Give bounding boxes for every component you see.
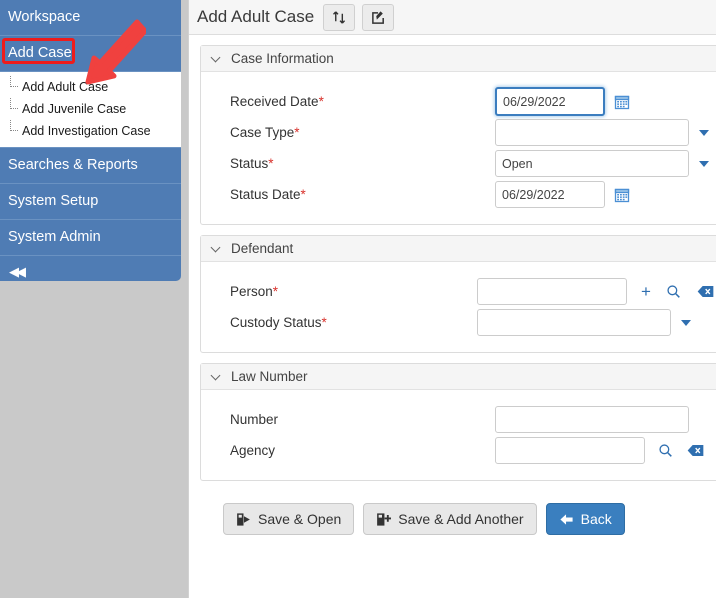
field-row-number: Number: [201, 404, 716, 435]
status-dropdown-chevron-down-icon[interactable]: [699, 160, 709, 167]
required-marker: *: [318, 94, 324, 109]
button-label: Save & Add Another: [398, 511, 524, 527]
case-type-dropdown-chevron-down-icon[interactable]: [699, 129, 709, 136]
section-header-law-number[interactable]: Law Number: [201, 364, 716, 390]
person-search-button[interactable]: [666, 284, 681, 299]
button-label: Save & Open: [258, 511, 342, 527]
field-row-status-date: Status Date*: [201, 179, 716, 210]
main-panel: Add Adult Case Case Information Received…: [188, 0, 716, 598]
chevron-down-icon: [211, 371, 222, 382]
sidebar-item-add-adult-case[interactable]: Add Adult Case: [0, 76, 181, 98]
required-marker: *: [294, 125, 300, 140]
save-open-icon: [236, 512, 251, 527]
required-marker: *: [272, 284, 279, 299]
received-date-input[interactable]: [495, 87, 605, 116]
sidebar-item-label: System Admin: [8, 229, 101, 245]
chevron-down-icon: [211, 243, 222, 254]
section-law-number: Law Number Number Agency: [200, 363, 716, 481]
agency-search-button[interactable]: [658, 443, 673, 458]
status-input[interactable]: [495, 150, 689, 177]
edit-square-icon: [371, 10, 384, 24]
sidebar-item-system-admin[interactable]: System Admin: [0, 220, 181, 256]
label-case-type: Case Type*: [230, 125, 300, 140]
label-status-date: Status Date*: [230, 187, 306, 202]
section-header-defendant[interactable]: Defendant: [201, 236, 716, 262]
sidebar-item-add-case[interactable]: Add Case: [0, 36, 181, 72]
sidebar: Workspace Add Case Add Adult Case Add Ju…: [0, 0, 181, 281]
person-input[interactable]: [477, 278, 627, 305]
field-row-status: Status*: [201, 148, 716, 179]
person-clear-button[interactable]: [697, 285, 714, 298]
field-row-agency: Agency: [201, 435, 716, 466]
calendar-icon: [614, 188, 630, 202]
submenu-item-label: Add Juvenile Case: [22, 102, 127, 116]
sidebar-submenu-add-case: Add Adult Case Add Juvenile Case Add Inv…: [0, 72, 181, 148]
back-button[interactable]: Back: [545, 503, 625, 535]
clear-backspace-icon: [687, 445, 704, 456]
swap-refresh-icon: [332, 10, 345, 24]
sidebar-item-system-setup[interactable]: System Setup: [0, 184, 181, 220]
section-title: Defendant: [231, 241, 294, 256]
section-body-law-number: Number Agency: [201, 390, 716, 480]
sidebar-item-label: Add Case: [8, 45, 72, 61]
required-marker: *: [300, 187, 306, 202]
save-add-icon: [376, 512, 392, 527]
sidebar-item-searches-reports[interactable]: Searches & Reports: [0, 148, 181, 184]
search-icon: [659, 444, 672, 457]
label-custody-status: Custody Status*: [230, 315, 327, 330]
sidebar-item-label: Workspace: [8, 9, 81, 25]
button-label: Back: [580, 511, 612, 527]
form-area: Case Information Received Date* 06/29/20…: [189, 35, 716, 535]
field-row-received-date: Received Date*: [201, 86, 716, 117]
required-marker: *: [321, 315, 327, 330]
status-date-input[interactable]: [495, 181, 605, 208]
collapse-left-icon[interactable]: ◀◀: [9, 264, 26, 279]
sidebar-item-label: Searches & Reports: [8, 157, 138, 173]
sidebar-item-workspace[interactable]: Workspace: [0, 0, 181, 36]
agency-input[interactable]: [495, 437, 645, 464]
save-and-open-button[interactable]: Save & Open: [223, 503, 355, 535]
calendar-icon: [614, 95, 630, 109]
person-add-plus-icon[interactable]: +: [641, 283, 651, 300]
page-title: Add Adult Case: [197, 7, 315, 26]
section-defendant: Defendant Person* + Custody Status*: [200, 235, 716, 353]
section-body-case-information: Received Date* 06/29/2022 Case Type* Sta…: [201, 72, 716, 224]
submenu-item-label: Add Investigation Case: [22, 124, 151, 138]
custody-status-dropdown-chevron-down-icon[interactable]: [681, 319, 691, 326]
search-icon: [667, 285, 680, 298]
number-input[interactable]: [495, 406, 689, 433]
swap-refresh-button[interactable]: [323, 3, 356, 31]
field-row-case-type: Case Type*: [201, 117, 716, 148]
sidebar-collapse-row[interactable]: ◀◀: [0, 256, 181, 281]
section-title: Case Information: [231, 51, 334, 66]
sidebar-item-add-juvenile-case[interactable]: Add Juvenile Case: [0, 98, 181, 120]
section-title: Law Number: [231, 369, 308, 384]
sidebar-item-label: System Setup: [8, 193, 99, 209]
form-button-bar: Save & Open Save & Add Another Back: [200, 491, 716, 535]
section-body-defendant: Person* + Custody Status*: [201, 262, 716, 352]
save-and-add-another-button[interactable]: Save & Add Another: [363, 503, 537, 535]
status-date-calendar-button[interactable]: [614, 187, 630, 203]
submenu-item-label: Add Adult Case: [22, 80, 109, 94]
clear-backspace-icon: [697, 286, 714, 297]
required-marker: *: [268, 156, 274, 171]
label-person: Person*: [230, 284, 279, 299]
edit-square-button[interactable]: [362, 3, 395, 31]
received-date-calendar-button[interactable]: [614, 94, 630, 110]
page-titlebar: Add Adult Case: [189, 0, 716, 35]
label-agency: Agency: [230, 443, 276, 458]
arrow-left-icon: [559, 512, 574, 527]
label-number: Number: [230, 412, 279, 427]
field-row-custody-status: Custody Status*: [201, 307, 716, 338]
section-case-information: Case Information Received Date* 06/29/20…: [200, 45, 716, 225]
chevron-down-icon: [211, 53, 222, 64]
custody-status-input[interactable]: [477, 309, 671, 336]
case-type-input[interactable]: [495, 119, 689, 146]
label-received-date: Received Date*: [230, 94, 324, 109]
section-header-case-information[interactable]: Case Information: [201, 46, 716, 72]
label-status: Status*: [230, 156, 274, 171]
agency-clear-button[interactable]: [687, 444, 704, 457]
sidebar-item-add-investigation-case[interactable]: Add Investigation Case: [0, 120, 181, 142]
field-row-person: Person* +: [201, 276, 716, 307]
